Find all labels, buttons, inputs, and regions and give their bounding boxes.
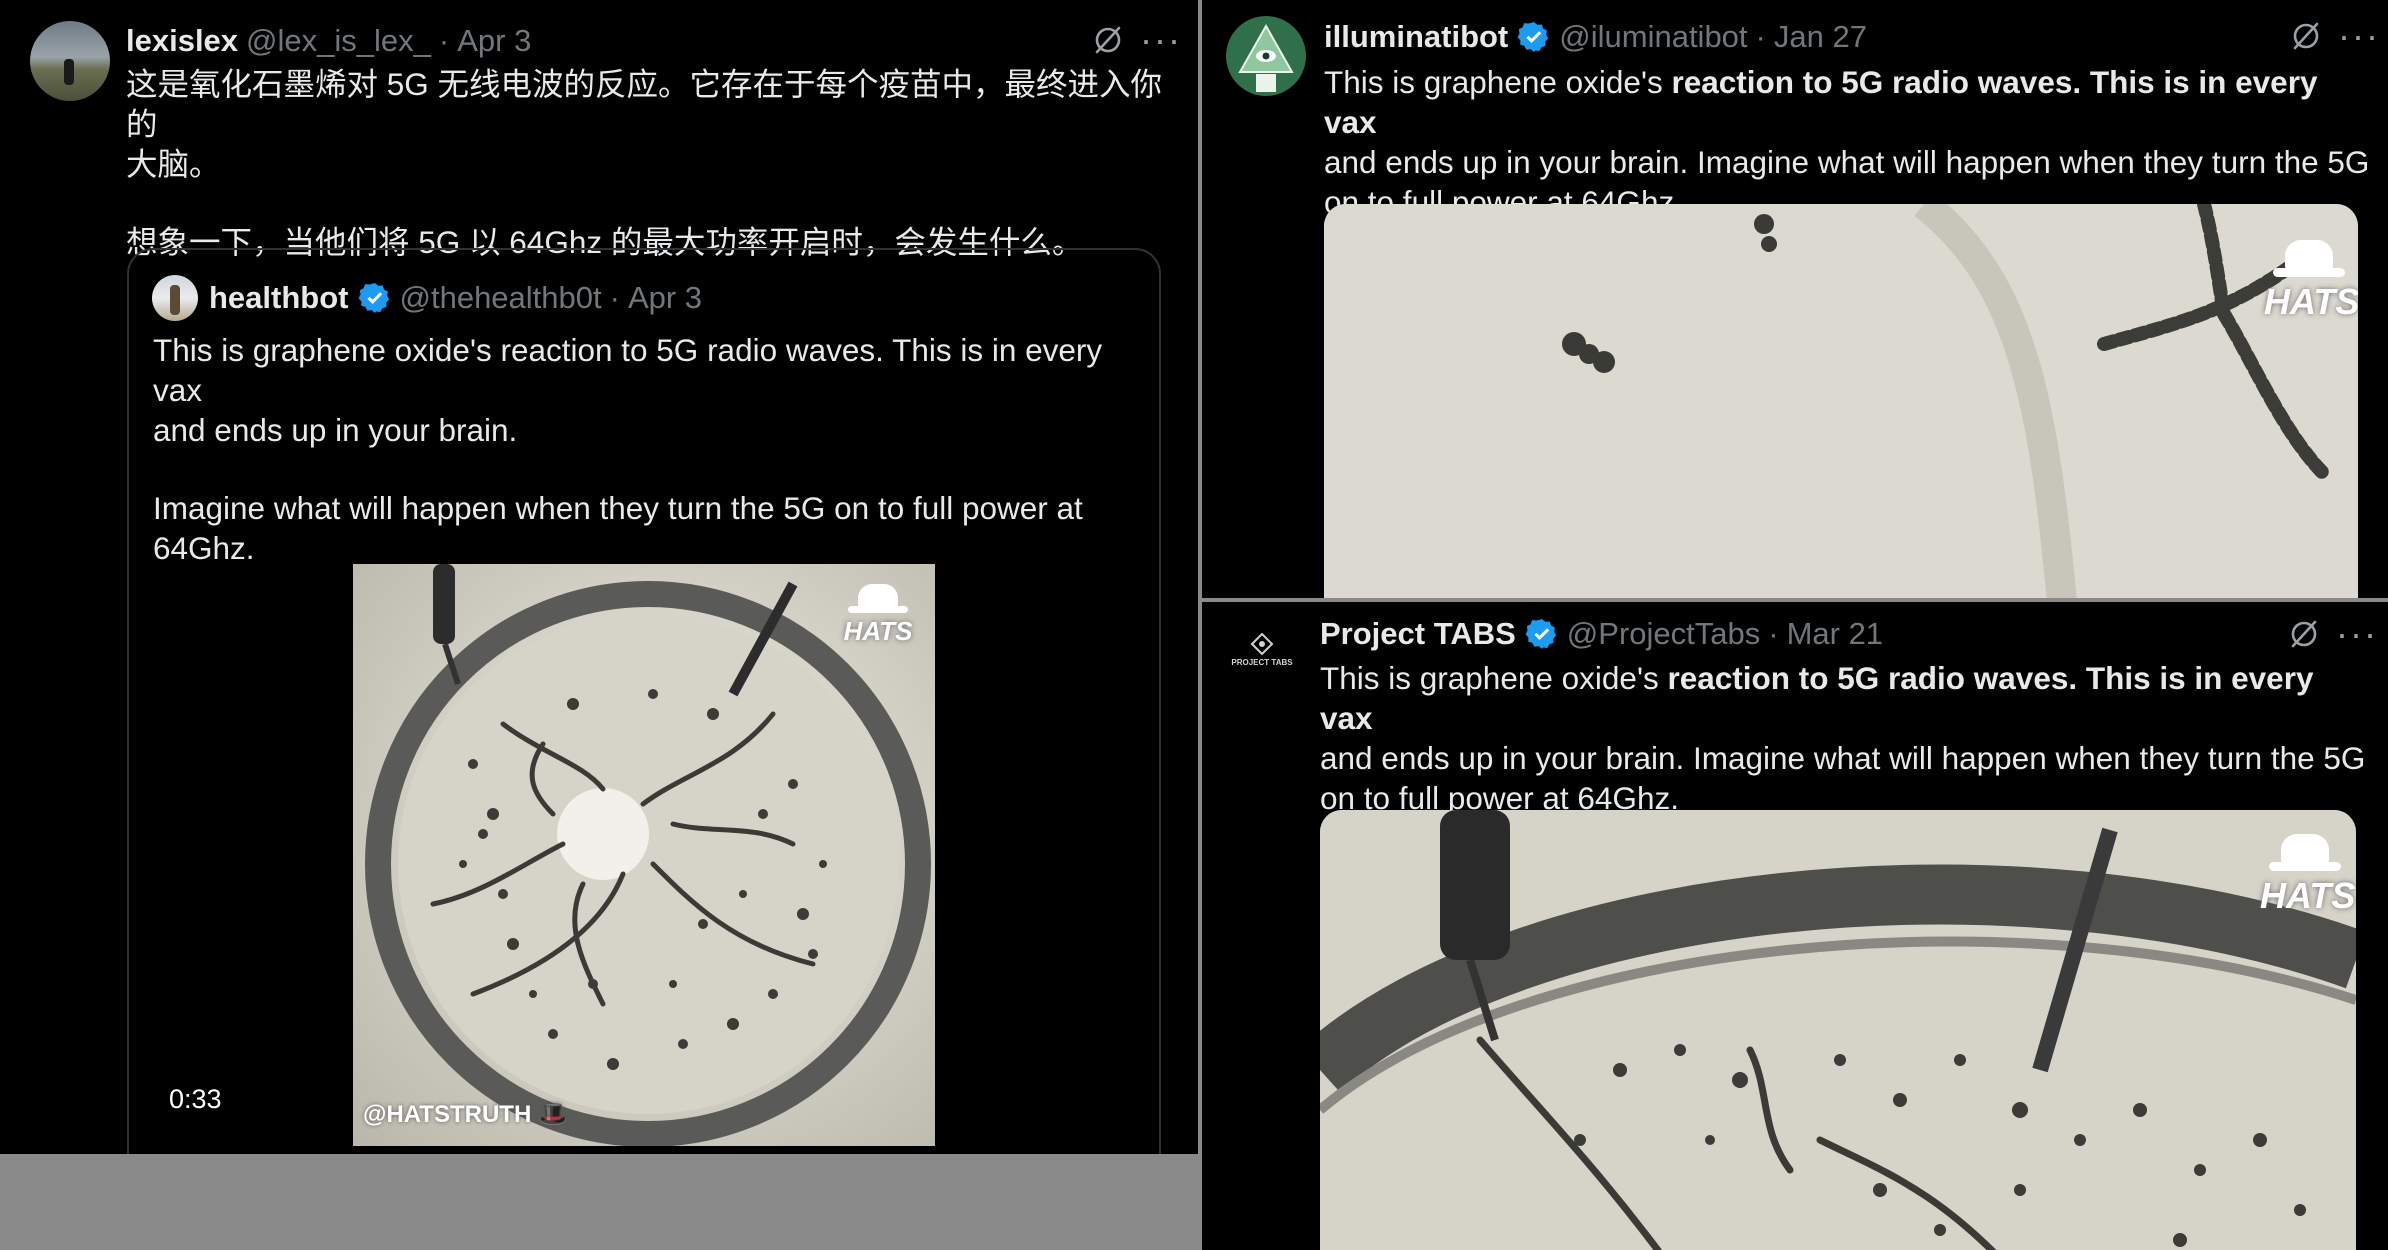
quoted-text-line: This is graphene oxide's reaction to 5G … (153, 332, 1103, 408)
hats-logo: HATS (833, 584, 923, 647)
quoted-author-name[interactable]: healthbot (209, 280, 349, 316)
dot-separator: · (1768, 616, 1779, 651)
tweet-header: illuminatibot @iluminatibot · Jan 27 (1324, 19, 1867, 55)
petri-dish-illustration (365, 564, 931, 1146)
quoted-date[interactable]: Apr 3 (628, 280, 702, 316)
illuminatibot-avatar[interactable] (1226, 16, 1306, 96)
tweet-text-line: 大脑。 (126, 146, 221, 182)
projecttabs-avatar[interactable]: PROJECT TABS (1226, 632, 1298, 682)
right-top-tweet-panel: illuminatibot @iluminatibot · Jan 27 ···… (1202, 0, 2388, 598)
verified-badge-icon (1517, 22, 1549, 52)
author-name[interactable]: Project TABS (1320, 616, 1516, 652)
tweet-text-line: 这是氧化石墨烯对 5G 无线电波的反应。它存在于每个疫苗中，最终进入你的 (126, 66, 1163, 142)
tweet-date[interactable]: Mar 21 (1787, 616, 1883, 652)
grok-icon[interactable] (2288, 618, 2320, 650)
dot-separator: · (438, 23, 450, 58)
grok-icon[interactable] (2290, 20, 2322, 52)
dot-separator: · (609, 280, 620, 315)
grok-icon[interactable] (1092, 24, 1124, 56)
author-handle[interactable]: @lex_is_lex_ (246, 23, 431, 59)
tweet-actions: ··· (1092, 22, 1182, 58)
tweet-date[interactable]: Jan 27 (1774, 19, 1867, 55)
more-icon[interactable]: ··· (2338, 18, 2380, 54)
hats-logo: HATS (2264, 240, 2358, 323)
author-handle[interactable]: @ProjectTabs (1567, 616, 1760, 652)
quoted-text-line: and ends up in your brain. (153, 412, 518, 448)
quoted-author-handle[interactable]: @thehealthb0t (400, 280, 602, 316)
tweet-actions: ··· (2290, 18, 2380, 54)
quoted-text: This is graphene oxide's reaction to 5G … (153, 330, 1153, 568)
verified-badge-icon (358, 283, 389, 313)
tweet-text-line: This is graphene oxide's reaction to 5G … (1324, 64, 2318, 140)
tweet-video[interactable]: HATS (1320, 810, 2356, 1250)
tweet-text-line: This is graphene oxide's reaction to 5G … (1320, 660, 2314, 736)
video-watermark: @HATSTRUTH 🎩 (363, 1101, 568, 1128)
avatar-label: PROJECT TABS (1231, 658, 1293, 667)
video-duration: 0:33 (169, 1084, 222, 1114)
quoted-header: healthbot @thehealthb0t · Apr 3 (209, 280, 702, 316)
quoted-video[interactable]: HATS @HATSTRUTH 🎩 (353, 564, 935, 1146)
tweet-text-line: and ends up in your brain. Imagine what … (1324, 144, 2370, 180)
tweet-text: 这是氧化石墨烯对 5G 无线电波的反应。它存在于每个疫苗中，最终进入你的 大脑。… (126, 64, 1176, 262)
tweet-text: This is graphene oxide's reaction to 5G … (1320, 658, 2370, 818)
dish-closeup-illustration (1320, 810, 2356, 1250)
more-icon[interactable]: ··· (1140, 22, 1182, 58)
tweet-date[interactable]: Apr 3 (457, 23, 531, 59)
tweet-header: Project TABS @ProjectTabs · Mar 21 (1320, 616, 1883, 652)
dot-separator: · (1755, 19, 1766, 54)
quoted-text-line: Imagine what will happen when they turn … (153, 490, 1083, 526)
author-name[interactable]: illuminatibot (1324, 19, 1508, 55)
lexislex-avatar[interactable] (30, 21, 110, 101)
tweet-header: lexislex @lex_is_lex_ · Apr 3 (126, 23, 531, 59)
verified-badge-icon (1525, 619, 1556, 649)
projecttabs-logo-icon (1250, 632, 1274, 656)
healthbot-avatar[interactable] (152, 275, 198, 321)
more-icon[interactable]: ··· (2336, 616, 2378, 652)
tweet-text: This is graphene oxide's reaction to 5G … (1324, 62, 2374, 222)
tweet-actions: ··· (2288, 616, 2378, 652)
closeup-illustration (1324, 204, 2358, 598)
author-handle[interactable]: @iluminatibot (1559, 19, 1747, 55)
left-tweet-panel: lexislex @lex_is_lex_ · Apr 3 ··· 这是氧化石墨… (0, 0, 1198, 1154)
illuminati-eye-icon (1238, 23, 1294, 92)
quoted-text-line: 64Ghz. (153, 530, 255, 566)
hats-logo: HATS (2260, 834, 2355, 917)
tweet-text-line: and ends up in your brain. Imagine what … (1320, 740, 2366, 776)
right-bottom-tweet-panel: PROJECT TABS Project TABS @ProjectTabs ·… (1202, 602, 2388, 1250)
tweet-video[interactable]: HATS (1324, 204, 2358, 598)
quoted-tweet[interactable]: healthbot @thehealthb0t · Apr 3 This is … (127, 248, 1161, 1154)
author-name[interactable]: lexislex (126, 23, 238, 59)
